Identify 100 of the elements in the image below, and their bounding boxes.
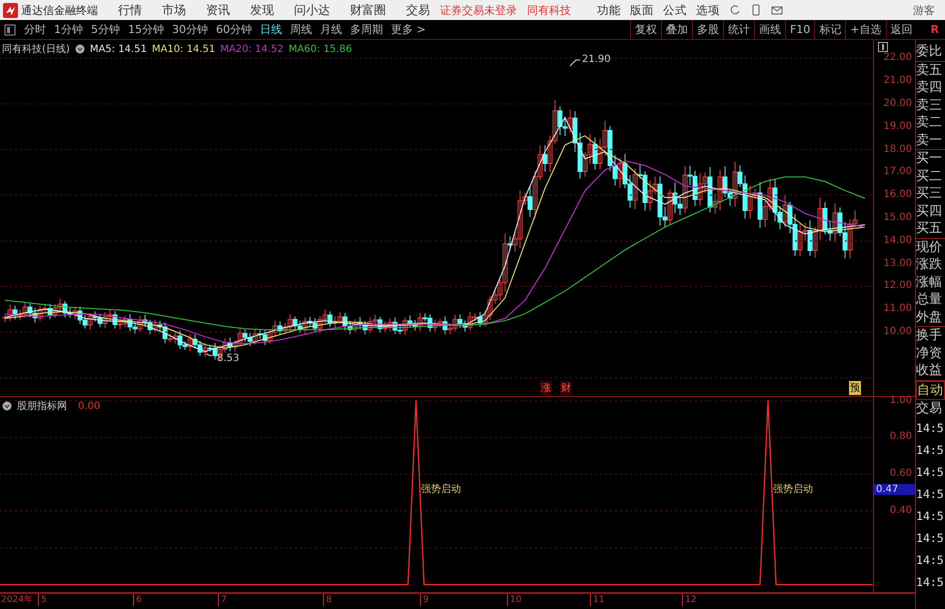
menu-item[interactable]: 选项 <box>696 2 720 18</box>
quote-label: 买一 <box>916 150 944 168</box>
trade-time: 14:5 <box>916 464 945 481</box>
period-tab[interactable]: 月线 <box>316 22 346 37</box>
month-label: 5 <box>38 594 47 606</box>
price-tick: 13.00 <box>883 258 912 270</box>
trade-time: 14:5 <box>916 420 945 437</box>
menu-item[interactable]: 版面 <box>630 2 654 18</box>
indicator-tick: 0.60 <box>890 468 912 480</box>
indicator-value: 0.00 <box>78 400 100 412</box>
dropdown-icon[interactable] <box>2 401 12 411</box>
month-label: 8 <box>323 594 332 606</box>
trade-label: 交易 <box>916 400 944 417</box>
event-marker[interactable]: 财 <box>560 381 572 395</box>
legend-label: MA5: 14.51 <box>90 44 147 54</box>
year-label: 2024年 <box>1 594 33 606</box>
dropdown-icon[interactable] <box>74 44 85 54</box>
user-label[interactable]: 游客 <box>913 2 935 18</box>
trade-time: 14:5 <box>916 508 945 525</box>
status-text: 同有科技 <box>527 2 571 18</box>
period-tab[interactable]: 30分钟 <box>168 22 212 37</box>
period-tab[interactable]: 分时 <box>20 22 50 37</box>
month-label: 11 <box>590 594 604 606</box>
indicator-tick: 1.00 <box>890 394 912 407</box>
quote-label: 涨幅 <box>916 274 944 291</box>
trade-time: 14:5 <box>916 552 945 569</box>
price-tick: 20.00 <box>883 98 912 110</box>
period-tab[interactable]: 日线 <box>256 22 286 37</box>
menu-item[interactable]: 公式 <box>663 2 687 18</box>
quote-label: 卖五 <box>916 62 944 79</box>
menu-item[interactable]: 财富圈 <box>350 2 386 18</box>
trade-time: 14:5 <box>916 530 945 547</box>
current-value-label: 0.47 <box>874 484 916 495</box>
price-tick: 19.00 <box>883 120 912 133</box>
app-logo-icon <box>3 2 18 18</box>
price-tick: 11.00 <box>883 303 912 316</box>
low-price-label: 8.53 <box>217 353 240 364</box>
signal-label: 强势启动 <box>421 482 461 496</box>
month-label: 6 <box>133 594 142 606</box>
quote-label: 买三 <box>916 185 944 202</box>
quote-label: 卖一 <box>916 132 944 149</box>
quote-label: 卖三 <box>916 96 944 114</box>
trade-time: 14:5 <box>916 486 945 503</box>
quote-label: 卖四 <box>916 79 944 96</box>
legend-label: MA60: 15.86 <box>288 44 352 54</box>
quote-label: 卖二 <box>916 114 944 132</box>
axis-toggle-icon[interactable] <box>878 42 888 52</box>
period-tab[interactable]: 更多 > <box>387 22 430 37</box>
signal-label: 强势启动 <box>773 482 813 496</box>
quote-label: 总量 <box>916 291 944 308</box>
month-label: 7 <box>218 594 227 606</box>
indicator-tick: 0.40 <box>890 505 912 518</box>
legend-label: MA20: 14.52 <box>220 44 284 54</box>
menu-item[interactable]: 资讯 <box>206 2 230 18</box>
panel-toggle-icon[interactable] <box>4 24 16 36</box>
event-marker[interactable]: 涨 <box>540 381 552 395</box>
period-tab[interactable]: 5分钟 <box>87 22 124 37</box>
indicator-name: 股朋指标网 <box>17 400 67 413</box>
price-tick: 12.00 <box>883 280 912 292</box>
menu-item[interactable]: 市场 <box>162 2 186 18</box>
quote-label: 委比 <box>916 43 944 60</box>
price-tick: 22.00 <box>883 52 912 64</box>
phone-icon[interactable] <box>750 4 762 16</box>
menu-item[interactable]: 发现 <box>250 2 274 18</box>
menu-item[interactable]: 功能 <box>597 2 621 18</box>
refresh-icon[interactable] <box>729 4 741 16</box>
quote-label: 涨跌 <box>916 256 944 274</box>
period-tab[interactable]: 1分钟 <box>50 22 87 37</box>
quote-label: 现价 <box>916 238 944 256</box>
price-tick: 18.00 <box>883 144 912 156</box>
period-tab[interactable]: 周线 <box>286 22 316 37</box>
quote-label: 净资 <box>916 344 944 362</box>
price-tick: 14.00 <box>883 234 912 247</box>
month-label: 10 <box>507 594 522 606</box>
legend-label: MA10: 14.51 <box>152 44 216 54</box>
status-text: 证券交易未登录 <box>440 2 517 18</box>
month-label: 9 <box>420 594 429 606</box>
r-label: R <box>930 23 939 36</box>
trade-time: 14:5 <box>916 442 945 459</box>
app-title: 通达信金融终端 <box>21 2 98 18</box>
period-tab[interactable]: 15分钟 <box>124 22 168 37</box>
month-label: 12 <box>682 594 696 606</box>
quote-label: 买四 <box>916 202 944 220</box>
auto-trade-label[interactable]: 自动 <box>916 380 945 400</box>
menu-item[interactable]: 交易 <box>406 2 430 18</box>
mail-icon[interactable] <box>771 4 783 16</box>
high-price-label: 21.90 <box>582 54 611 65</box>
leader-line <box>570 60 580 66</box>
price-tick: 15.00 <box>883 212 912 224</box>
quote-label: 买二 <box>916 168 944 185</box>
price-tick: 21.00 <box>883 75 912 88</box>
forecast-marker[interactable]: 预 <box>849 381 861 395</box>
indicator-tick: 0.80 <box>890 431 912 444</box>
menu-item[interactable]: 问小达 <box>294 2 330 18</box>
menu-item[interactable]: 行情 <box>118 2 142 18</box>
leader-line <box>206 354 212 356</box>
period-tab[interactable]: 多周期 <box>346 22 387 37</box>
price-tick: 16.00 <box>883 189 912 202</box>
period-tab[interactable]: 60分钟 <box>212 22 256 37</box>
price-tick: 10.00 <box>883 326 912 338</box>
